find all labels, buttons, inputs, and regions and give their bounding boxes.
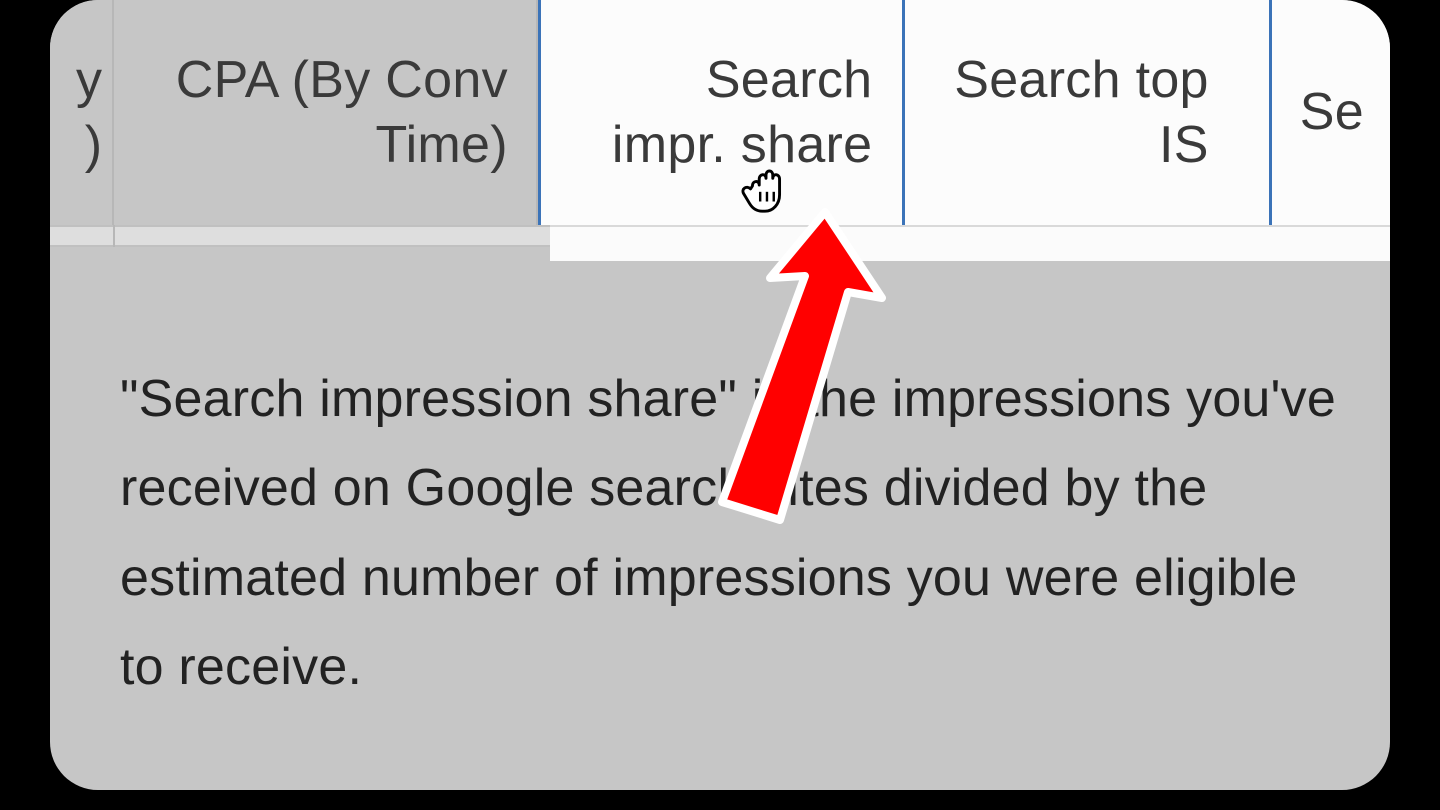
annotated-screenshot-card: y ) CPA (By Conv Time) Search impr. shar…: [50, 0, 1390, 790]
column-header-label: y ): [76, 48, 102, 178]
column-header-partial-right[interactable]: Se: [1272, 0, 1390, 225]
column-header-label: Search top IS: [954, 48, 1209, 178]
column-header-label: Se: [1300, 80, 1364, 145]
column-header-label: CPA (By Conv Time): [176, 48, 508, 178]
table-subheader-strip-left: [50, 225, 550, 247]
tooltip-description: "Search impression share" is the impress…: [120, 355, 1350, 713]
column-header-label: Search impr. share: [612, 48, 873, 178]
column-header-search-top-is[interactable]: Search top IS: [905, 0, 1271, 225]
column-header-partial-left[interactable]: y ): [50, 0, 114, 225]
column-header-search-impr-share[interactable]: Search impr. share: [538, 0, 906, 225]
table-header-row: y ) CPA (By Conv Time) Search impr. shar…: [50, 0, 1390, 225]
column-header-cpa-by-conv-time[interactable]: CPA (By Conv Time): [114, 0, 538, 225]
table-subheader-strip: [550, 225, 1390, 261]
